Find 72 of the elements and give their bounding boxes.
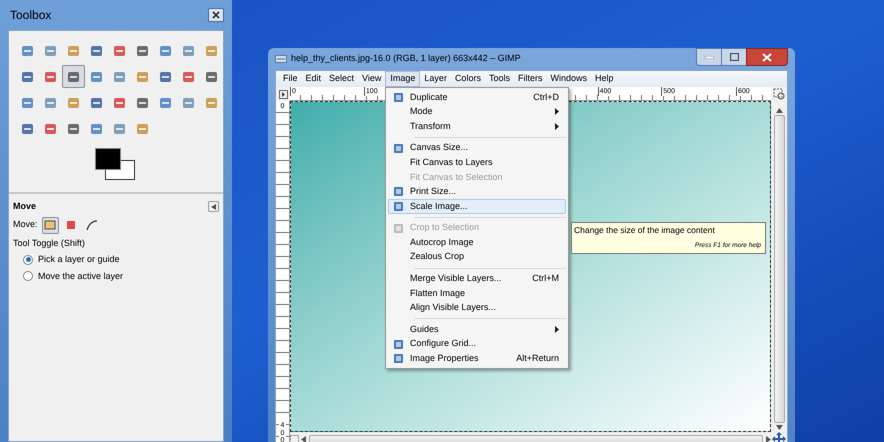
triangle-icon [278, 90, 288, 98]
scroll-down-icon [776, 425, 782, 430]
maximize-button[interactable] [722, 48, 746, 66]
triangle-icon [211, 204, 216, 210]
menu-toggle-button[interactable] [276, 87, 290, 101]
tool-button[interactable] [62, 65, 85, 88]
square-icon [65, 219, 78, 231]
close-icon [212, 11, 220, 19]
menu-item[interactable]: Windows [546, 71, 591, 87]
menu-item[interactable]: Select [325, 71, 358, 87]
menu-item[interactable]: Transform [388, 119, 566, 134]
menu-item[interactable]: View [358, 71, 386, 87]
menu-icon [392, 92, 404, 103]
menu-item[interactable]: Merge Visible Layers... Ctrl+M [388, 272, 566, 286]
menu-item[interactable]: Align Visible Layers... [388, 300, 566, 316]
menu-item[interactable]: Duplicate Ctrl+D [388, 90, 566, 105]
menu-item[interactable]: Zealous Crop [388, 250, 566, 265]
menu-icon [392, 142, 404, 154]
menu-item[interactable]: Filters [514, 71, 546, 87]
menu-item[interactable]: Fit Canvas to Layers [388, 155, 566, 170]
tool-options-title: Move [13, 200, 36, 213]
vertical-scrollbar[interactable] [774, 115, 784, 423]
menu-item[interactable]: Image [385, 71, 420, 87]
panel-menu-button[interactable] [208, 201, 219, 212]
move-label: Move: [13, 218, 38, 232]
menu-item[interactable]: Image Properties Alt+Return [388, 352, 566, 366]
quick-mask-icon [290, 435, 299, 442]
window-icon [275, 55, 287, 63]
menu-item[interactable]: Tools [484, 71, 514, 87]
menu-item[interactable]: Guides [388, 322, 566, 337]
tooltip-text: Change the size of the image content [574, 224, 716, 237]
minimize-button[interactable] [696, 48, 722, 66]
submenu-arrow-icon [555, 326, 559, 334]
radio-button[interactable] [23, 254, 33, 265]
maximize-icon [730, 53, 738, 61]
menu-item[interactable]: Mode [388, 104, 566, 120]
menu-icon [392, 222, 404, 234]
close-button[interactable] [746, 48, 788, 66]
menu-icon [392, 353, 404, 364]
menu-item[interactable]: Autocrop Image [388, 235, 566, 250]
path-icon [86, 219, 98, 231]
menu-item[interactable]: Flatten Image [388, 286, 566, 301]
tool-toggle-label: Tool Toggle (Shift) [13, 236, 86, 250]
menu-item[interactable]: Print Size... [388, 184, 566, 200]
mode-button[interactable] [42, 216, 59, 234]
menu-item[interactable]: Edit [302, 71, 326, 87]
menu-item[interactable]: Canvas Size... [388, 140, 566, 156]
window-title: Toolbox [9, 7, 52, 24]
menu-item[interactable]: File [279, 71, 302, 87]
scroll-right-icon [765, 436, 771, 442]
menu-icon [392, 338, 404, 350]
zoom-icon [773, 88, 785, 100]
layer-icon [44, 219, 56, 231]
scroll-left-icon [301, 436, 307, 442]
menu-item[interactable]: Colors [450, 71, 485, 87]
menu-item[interactable]: Configure Grid... [388, 336, 566, 352]
window-title: help_thy_clients.jpg-16.0 (RGB, 1 layer) 663x442 – GIMP [291, 52, 521, 66]
menu-icon [392, 200, 404, 212]
radio-button[interactable] [23, 271, 33, 282]
scroll-up-icon [776, 108, 782, 113]
menu-icon [392, 186, 404, 198]
menu-item[interactable]: Scale Image... [388, 199, 566, 214]
close-icon [762, 52, 772, 62]
minimize-icon [704, 56, 714, 58]
menu-item[interactable]: Help [590, 71, 618, 87]
color-swatches[interactable] [95, 148, 137, 182]
radio-label: Move the active layer [38, 270, 124, 283]
menu-item[interactable]: Layer [420, 71, 451, 87]
close-button[interactable] [208, 8, 224, 22]
radio-label: Pick a layer or guide [38, 253, 120, 266]
horizontal-scrollbar[interactable] [309, 434, 763, 442]
move-arrows-icon[interactable] [772, 432, 786, 442]
